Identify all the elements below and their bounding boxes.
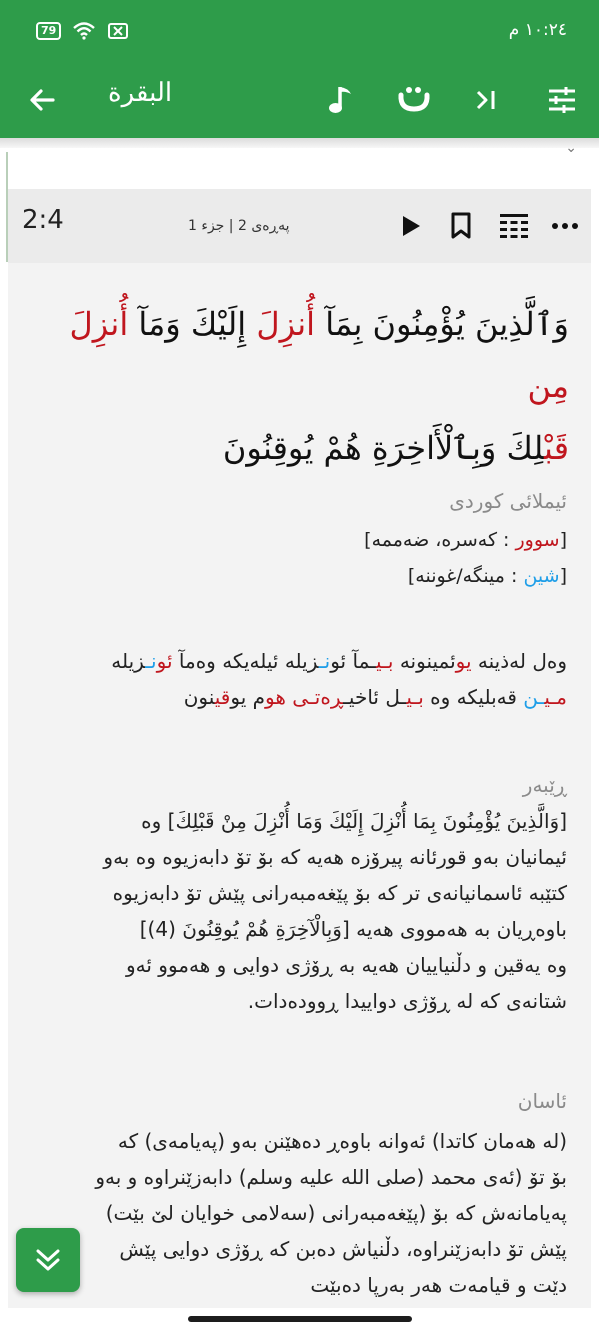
text-segment: قَبْ [544,429,569,467]
music-note-icon [329,87,351,113]
legend-blue: [شین : مینگە/غوننە] [407,565,567,587]
text-segment: یو [455,649,472,673]
text-line: دێت و قیامەت هەر بەرپا دەبێت [310,1273,567,1297]
text-line: پێش تۆ دابەزێنراوە، دڵنیاش دەبن کە ڕۆژی … [119,1237,567,1261]
scroll-down-button[interactable] [16,1228,80,1292]
grid-icon [500,214,528,238]
audio-button[interactable] [318,76,366,124]
text-segment: نون [183,685,215,709]
transliteration-line-2: مـیـن قەبلیکە وە بـیـل ئاخیـڕەتـی هوم یو… [27,679,567,715]
text-segment: لِكَ وَبِٱلْأَاخِرَةِ هُمْ يُوقِنُونَ [222,429,545,467]
legend-red-color: سوور [515,529,560,551]
skip-icon [476,90,495,110]
text-segment: هو [265,685,286,709]
kurdish-spelling-title: ئیملائی کوردی [449,489,567,513]
arabic-line-1: وَٱلَّذِينَ يُؤْمِنُونَ بِمَآ أُنزِلَ إِ… [29,293,569,417]
arabic-line-2: قَبْلِكَ وَبِٱلْأَاخِرَةِ هُمْ يُوقِنُون… [29,417,569,479]
kurdish-transliteration: وەل لەذینە یوئمینونە بـیـمآ ئونـزیلە ئیل… [27,643,567,715]
chevron-down-icon: ⌄ [565,140,577,156]
ayah-header: 2:4 پەڕەی 2 | جزء 1 [8,189,591,263]
wifi-icon [73,22,96,40]
text-segment: قەبلیکە وە [423,685,524,709]
text-line: بۆ تۆ (ئەی محمد (صلی الله علیه وسلم) داب… [95,1165,567,1189]
app-toolbar: البقرة [0,64,599,138]
rebar-tafsir: [وَالَّذِينَ يُؤْمِنُونَ بِمَا أُنْزِلَ … [27,803,567,1019]
text-segment: مـی [544,685,567,709]
text-segment: قی [214,685,231,709]
translation-button[interactable] [390,76,438,124]
text-segment: أُنزِلَ [256,305,316,343]
clock: ١٠:٢٤ م [508,20,567,40]
text-segment: م یو [230,685,266,709]
ayah-number: 2:4 [22,205,64,235]
transliteration-line-1: وەل لەذینە یوئمینونە بـیـمآ ئونـزیلە ئیل… [27,643,567,679]
legend-red-meaning: : کەسرە، ضەممە [371,529,516,551]
text-segment: بـی [406,685,424,709]
legend-blue-meaning: : مینگە/غوننە [415,565,524,587]
tune-sliders-icon [549,87,575,113]
text-segment: وەل لەذینە [471,649,567,673]
asan-title: ئاسان [517,1089,567,1113]
ta-letter-icon [398,87,430,112]
text-line: باوەڕیان بە هەمووی هەیە [وَبِالْآخِرَةِ … [139,917,567,941]
text-line: [وَالَّذِينَ يُؤْمِنُونَ بِمَا أُنْزِلَ … [141,809,567,833]
juz-label: پەڕەی 2 | جزء 1 [188,218,290,234]
play-button[interactable] [395,210,427,242]
text-segment: إِلَيْكَ وَمَآ [128,305,257,343]
skip-button[interactable] [462,76,510,124]
settings-button[interactable] [538,76,586,124]
text-line: ئیمانیان بەو قورئانە پیرۆزە هەیە کە بۆ ت… [103,845,567,869]
legend-blue-color: شین [523,565,560,587]
back-arrow-icon [30,89,55,111]
legend-red: [سوور : کەسرە، ضەممە] [364,529,567,551]
text-segment: أُنزِلَ [69,305,129,343]
ayah-content: وَٱلَّذِينَ يُؤْمِنُونَ بِمَآ أُنزِلَ إِ… [8,263,591,1308]
status-icons: 79 [36,22,129,40]
bookmark-icon [451,212,471,239]
asan-tafsir: (لە هەمان کاتدا) ئەوانە باوەڕ دەهێنن بەو… [27,1123,567,1303]
text-segment: ـل ئاخیـ [343,685,407,709]
text-segment: ئمینونە [393,649,456,673]
text-segment: ئو [156,649,173,673]
text-line: پەیامانەش کە بۆ (پێغەمبەرانی (سەلامی خوا… [105,1201,567,1225]
text-line: شتانەی کە لە ڕۆژی دواییدا ڕوودەدات. [247,989,567,1013]
play-icon [403,216,420,236]
text-line: وە یەقین و دڵنیاییان هەیە بە ڕۆژی دوایی … [126,953,567,977]
text-segment: ـمآ ئو [330,649,376,673]
battery-icon: 79 [36,22,62,40]
navigation-bar [0,1308,599,1333]
text-line: کتێبە ئاسمانیانەی تر کە بۆ پێغەمبەرانی پ… [112,881,567,905]
text-segment: نـ [145,649,157,673]
bookmark-button[interactable] [445,210,477,242]
more-icon [552,223,578,229]
word-grid-button[interactable] [498,210,530,242]
text-segment: زیلە ئیلەیکە وەمآ [172,649,319,673]
arabic-ayah-text: وَٱلَّذِينَ يُؤْمِنُونَ بِمَآ أُنزِلَ إِ… [29,293,569,479]
text-segment: ـن [523,685,545,709]
home-indicator[interactable] [188,1316,412,1322]
toolbar-shadow [0,138,599,148]
double-chevron-down-icon [36,1249,60,1271]
text-segment: مِن [527,367,570,405]
text-segment: تـی [292,685,321,709]
text-segment: وَٱلَّذِينَ يُؤْمِنُونَ بِمَآ [315,305,569,343]
rebar-title: ڕێبەر [522,773,567,797]
back-button[interactable] [18,76,66,124]
more-button[interactable] [549,210,581,242]
status-bar: 79 ١٠:٢٤ م [0,0,599,64]
no-sim-icon [108,23,129,39]
text-segment: نـ [318,649,331,673]
text-segment: بـی [376,649,394,673]
text-segment: زیلە [111,649,146,673]
text-line: (لە هەمان کاتدا) ئەوانە باوەڕ دەهێنن بەو… [117,1129,567,1153]
surah-title: البقرة [108,78,173,108]
text-segment: ڕە [320,685,344,709]
